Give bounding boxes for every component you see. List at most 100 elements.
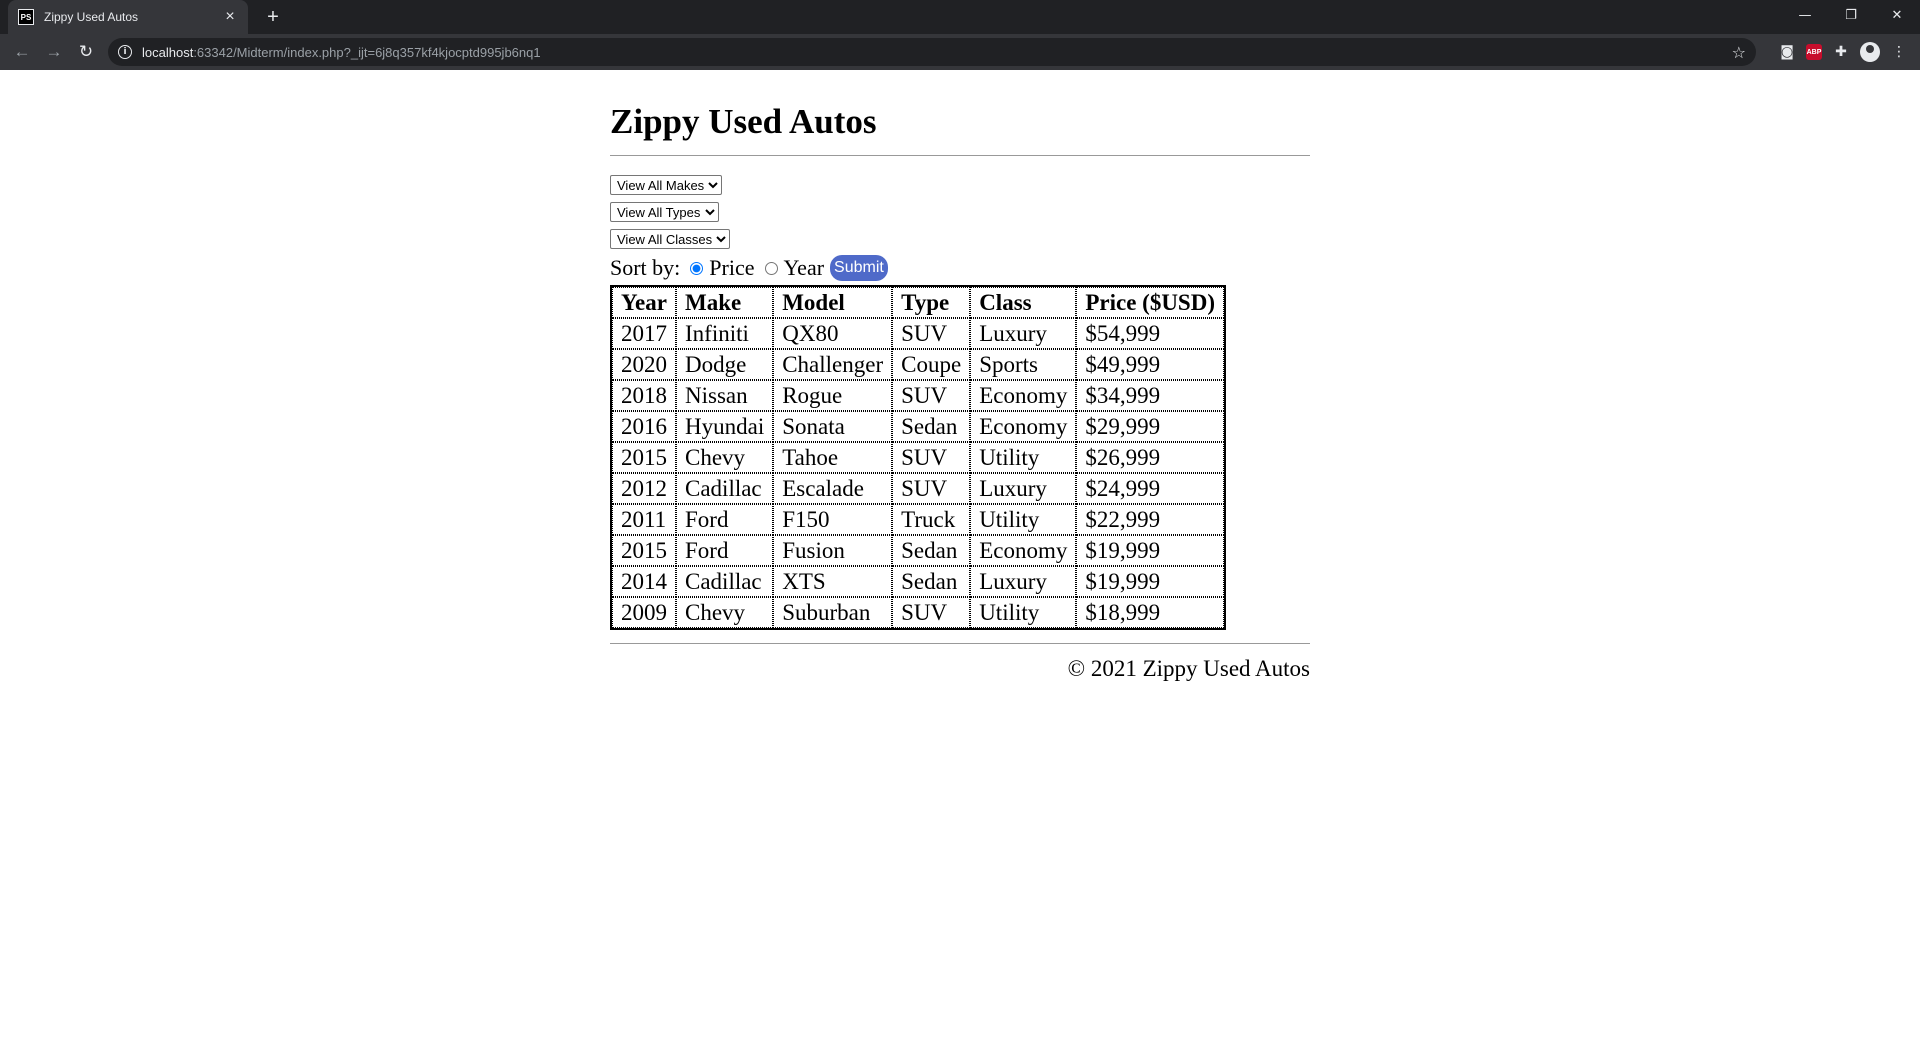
table-cell: Sports xyxy=(970,349,1077,380)
url-host: localhost xyxy=(142,44,194,60)
table-cell: Ford xyxy=(676,535,774,566)
table-cell: QX80 xyxy=(773,318,893,349)
sort-year-label: Year xyxy=(783,255,825,280)
sort-price-label: Price xyxy=(709,255,755,280)
table-cell: $19,999 xyxy=(1076,566,1224,597)
restore-icon[interactable]: ❐ xyxy=(1828,0,1874,30)
browser-menu-icon[interactable]: ⋮ xyxy=(1886,39,1912,65)
table-cell: Sedan xyxy=(892,411,971,442)
sort-price-radio[interactable] xyxy=(690,261,704,275)
sort-year-radio[interactable] xyxy=(764,261,778,275)
column-header: Make xyxy=(676,287,774,318)
table-cell: Utility xyxy=(970,597,1077,628)
table-cell: Suburban xyxy=(773,597,893,628)
make-select[interactable]: View All Makes xyxy=(610,175,722,195)
table-cell: $34,999 xyxy=(1076,380,1224,411)
table-row: 2012 Cadillac Escalade SUV Luxury $24,999 xyxy=(612,473,1224,504)
table-cell: Economy xyxy=(970,411,1077,442)
tab-close-icon[interactable]: × xyxy=(222,8,238,26)
sort-row: Sort by: Price Year Submit xyxy=(610,254,1310,282)
forward-icon[interactable]: → xyxy=(40,38,68,66)
table-cell: SUV xyxy=(892,380,971,411)
table-body: 2017 Infiniti QX80 SUV Luxury $54,999 2020 Dodg… xyxy=(612,318,1224,628)
filter-form: View All Makes View All Types View All C… xyxy=(610,175,1310,282)
table-cell: Utility xyxy=(970,442,1077,473)
footer-divider xyxy=(610,643,1310,644)
table-cell: 2011 xyxy=(612,504,676,535)
table-row: 2015 Chevy Tahoe SUV Utility $26,999 xyxy=(612,442,1224,473)
table-cell: Escalade xyxy=(773,473,893,504)
table-cell: SUV xyxy=(892,597,971,628)
table-row: 2009 Chevy Suburban SUV Utility $18,999 xyxy=(612,597,1224,628)
camera-extension-icon[interactable]: ◙ xyxy=(1774,39,1800,65)
sort-label: Sort by: xyxy=(610,255,681,280)
table-cell: 2015 xyxy=(612,535,676,566)
table-cell: $24,999 xyxy=(1076,473,1224,504)
back-icon[interactable]: ← xyxy=(8,38,36,66)
table-cell: Hyundai xyxy=(676,411,774,442)
vehicles-table: Year Make Model Type Class Price ($USD) … xyxy=(610,285,1226,630)
table-cell: Truck xyxy=(892,504,971,535)
extensions-puzzle-icon[interactable]: ✚ xyxy=(1828,39,1854,65)
table-row: 2018 Nissan Rogue SUV Economy $34,999 xyxy=(612,380,1224,411)
browser-tab[interactable]: PS Zippy Used Autos × xyxy=(8,0,248,34)
adblock-plus-icon[interactable]: ABP xyxy=(1806,44,1822,60)
table-cell: SUV xyxy=(892,442,971,473)
column-header: Model xyxy=(773,287,893,318)
table-cell: Utility xyxy=(970,504,1077,535)
table-cell: 2020 xyxy=(612,349,676,380)
table-cell: 2009 xyxy=(612,597,676,628)
site-info-icon[interactable]: i xyxy=(118,45,132,59)
column-header: Class xyxy=(970,287,1077,318)
submit-button[interactable]: Submit xyxy=(830,255,888,281)
column-header: Type xyxy=(892,287,971,318)
table-cell: Chevy xyxy=(676,442,774,473)
table-cell: $18,999 xyxy=(1076,597,1224,628)
table-cell: Nissan xyxy=(676,380,774,411)
table-cell: SUV xyxy=(892,473,971,504)
table-row: 2011 Ford F150 Truck Utility $22,999 xyxy=(612,504,1224,535)
address-bar[interactable]: i localhost:63342/Midterm/index.php?_ijt… xyxy=(108,38,1756,66)
table-row: 2014 Cadillac XTS Sedan Luxury $19,999 xyxy=(612,566,1224,597)
table-cell: Sonata xyxy=(773,411,893,442)
minimize-icon[interactable]: — xyxy=(1782,0,1828,30)
table-row: 2020 Dodge Challenger Coupe Sports $49,999 xyxy=(612,349,1224,380)
table-cell: 2014 xyxy=(612,566,676,597)
table-cell: $22,999 xyxy=(1076,504,1224,535)
table-cell: Economy xyxy=(970,535,1077,566)
new-tab-icon[interactable]: + xyxy=(260,4,286,30)
url-path: :63342/Midterm/index.php?_ijt=6j8q357kf4… xyxy=(193,44,541,60)
table-cell: XTS xyxy=(773,566,893,597)
type-select[interactable]: View All Types xyxy=(610,202,719,222)
table-cell: 2017 xyxy=(612,318,676,349)
table-cell: Dodge xyxy=(676,349,774,380)
table-cell: Challenger xyxy=(773,349,893,380)
bookmark-star-icon[interactable]: ☆ xyxy=(1732,43,1746,62)
table-cell: Cadillac xyxy=(676,566,774,597)
phpstorm-favicon-icon: PS xyxy=(18,9,34,25)
page-title: Zippy Used Autos xyxy=(610,102,877,141)
table-cell: Infiniti xyxy=(676,318,774,349)
class-select[interactable]: View All Classes xyxy=(610,229,730,249)
close-window-icon[interactable]: ✕ xyxy=(1874,0,1920,30)
table-cell: Economy xyxy=(970,380,1077,411)
table-cell: $49,999 xyxy=(1076,349,1224,380)
browser-tab-bar: PS Zippy Used Autos × + — ❐ ✕ xyxy=(0,0,1920,34)
table-cell: SUV xyxy=(892,318,971,349)
browser-toolbar: ← → ↻ i localhost:63342/Midterm/index.ph… xyxy=(0,34,1920,70)
table-cell: 2018 xyxy=(612,380,676,411)
table-header-row: Year Make Model Type Class Price ($USD) xyxy=(612,287,1224,318)
column-header: Year xyxy=(612,287,676,318)
table-cell: 2016 xyxy=(612,411,676,442)
profile-avatar-icon[interactable] xyxy=(1860,42,1880,62)
table-cell: Fusion xyxy=(773,535,893,566)
table-cell: Coupe xyxy=(892,349,971,380)
table-cell: $54,999 xyxy=(1076,318,1224,349)
table-cell: 2012 xyxy=(612,473,676,504)
table-cell: $26,999 xyxy=(1076,442,1224,473)
reload-icon[interactable]: ↻ xyxy=(72,38,100,66)
table-row: 2017 Infiniti QX80 SUV Luxury $54,999 xyxy=(612,318,1224,349)
column-header: Price ($USD) xyxy=(1076,287,1224,318)
extensions-area: ◙ ABP ✚ ⋮ xyxy=(1768,39,1912,65)
table-cell: $29,999 xyxy=(1076,411,1224,442)
